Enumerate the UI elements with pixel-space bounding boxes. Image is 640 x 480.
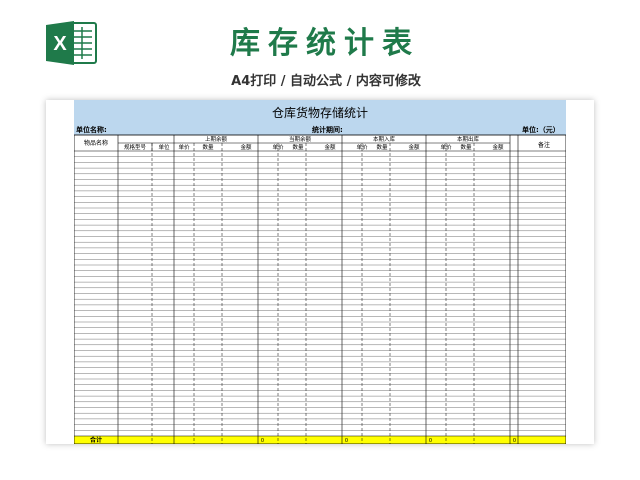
total-value: 0 [261,438,264,444]
sub-amount: 金额 [492,143,504,151]
sub-qty: 数量 [460,143,472,151]
group-stock-in: 本期入库 [373,135,396,143]
total-value: 0 [429,438,432,444]
total-value: 0 [513,438,516,444]
col-item-header: 物品名称 [84,139,108,147]
logo-letter: X [53,33,67,55]
sub-qty: 数量 [202,143,214,151]
spreadsheet: 仓库货物存储统计 单位名称: 统计期间: 单位:（元） 物品名称 备注 规格型号… [74,100,566,444]
group-previous-balance: 上期余额 [205,135,228,143]
group-current-balance: 当期余额 [289,135,312,143]
sub-spec: 规格型号 [124,143,147,151]
sub-qty: 数量 [292,143,304,151]
page-subtitle: A4打印 / 自动公式 / 内容可修改 [231,74,421,89]
sub-qty: 数量 [376,143,388,151]
total-value: 0 [345,438,348,444]
sheet-grid: 物品名称 备注 规格型号 单位 上期余额 当期余额 本期入库 本期出库 单价 数… [74,134,566,444]
col-remark-header: 备注 [538,141,550,149]
page-title: 库存统计表 [230,26,420,61]
sub-amount: 金额 [408,143,420,151]
sub-amount: 金额 [240,143,252,151]
sub-unit: 单位 [158,143,170,151]
total-label: 合计 [90,436,102,444]
group-stock-out: 本期出库 [457,135,480,143]
total-row-fill [74,436,566,444]
gridlines [74,135,566,444]
excel-logo-icon: X [46,21,97,65]
sub-amount: 金额 [324,143,336,151]
sub-price: 单价 [178,143,190,151]
